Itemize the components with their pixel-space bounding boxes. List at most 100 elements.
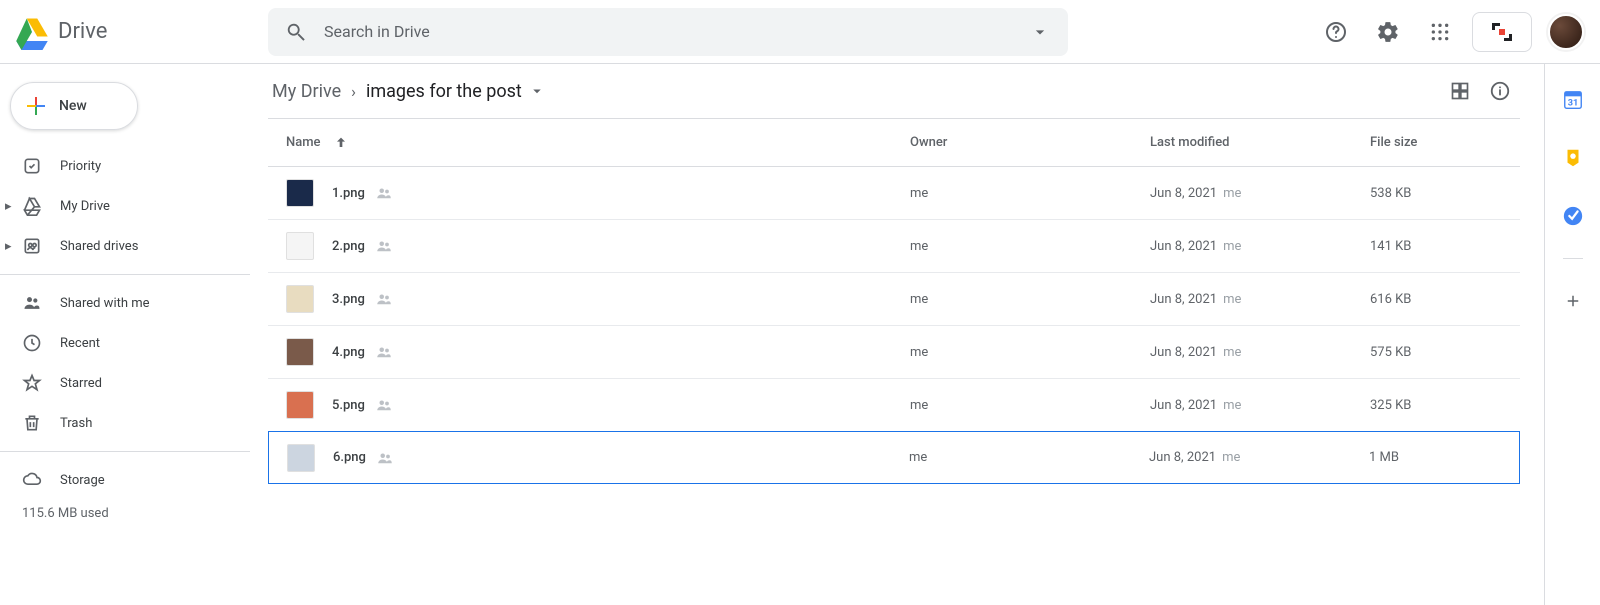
sidebar-item-label: My Drive [60,199,110,214]
file-name: 6.png [333,450,366,465]
breadcrumb-root[interactable]: My Drive [268,77,345,106]
column-size[interactable]: File size [1370,135,1520,150]
drive-logo-link[interactable]: Drive [0,12,250,52]
sidebar: New Priority ▸ My Drive ▸ Shared drives [0,64,250,605]
expand-caret-icon[interactable]: ▸ [5,239,12,254]
new-button-label: New [59,98,87,114]
header-icons [1316,12,1584,52]
table-row[interactable]: 6.png me Jun 8, 2021 me 1 MB [268,431,1520,484]
main-content: My Drive › images for the post Name Owne… [250,64,1544,605]
header: Drive [0,0,1600,64]
file-thumbnail [286,232,314,260]
file-size: 575 KB [1370,345,1520,360]
sidebar-item-label: Recent [60,336,100,351]
sidebar-item-my-drive[interactable]: ▸ My Drive [0,186,240,226]
starred-icon [22,373,42,393]
sidebar-item-label: Storage [60,473,105,488]
search-icon[interactable] [276,12,316,52]
breadcrumb-current[interactable]: images for the post [362,77,550,106]
plus-icon [27,97,45,115]
file-thumbnail [286,285,314,313]
support-icon[interactable] [1316,12,1356,52]
column-name-label: Name [286,135,321,150]
file-owner: me [910,292,1150,307]
table-header: Name Owner Last modified File size [268,119,1520,167]
tasks-app-icon[interactable] [1553,196,1593,236]
settings-icon[interactable] [1368,12,1408,52]
file-modified-date: Jun 8, 2021 [1150,398,1217,413]
file-modified-by: me [1223,345,1241,360]
divider [0,451,250,452]
sidebar-item-starred[interactable]: Starred [0,363,240,403]
file-modified-by: me [1223,186,1241,201]
file-modified-date: Jun 8, 2021 [1150,186,1217,201]
table-row[interactable]: 2.png me Jun 8, 2021 me 141 KB [268,220,1520,273]
google-apps-icon[interactable] [1420,12,1460,52]
file-modified-date: Jun 8, 2021 [1150,292,1217,307]
sidebar-item-priority[interactable]: Priority [0,146,240,186]
priority-icon [22,156,42,176]
sidebar-item-trash[interactable]: Trash [0,403,240,443]
sidebar-item-recent[interactable]: Recent [0,323,240,363]
file-thumbnail [286,338,314,366]
file-owner: me [910,345,1150,360]
file-size: 616 KB [1370,292,1520,307]
file-modified-by: me [1223,292,1241,307]
table-row[interactable]: 5.png me Jun 8, 2021 me 325 KB [268,379,1520,432]
file-name: 3.png [332,292,365,307]
storage-icon [22,470,42,490]
file-owner: me [909,450,1149,465]
column-name[interactable]: Name [286,135,910,151]
file-modified-by: me [1223,239,1241,254]
table-row[interactable]: 4.png me Jun 8, 2021 me 575 KB [268,326,1520,379]
view-details-icon[interactable] [1480,71,1520,111]
dropdown-caret-icon [528,82,546,100]
search-options-dropdown-icon[interactable] [1020,12,1060,52]
my-drive-icon [22,196,42,216]
shared-icon [375,396,393,414]
shared-icon [375,237,393,255]
file-thumbnail [286,179,314,207]
screen-record-icon[interactable] [1472,12,1532,52]
file-size: 1 MB [1369,450,1519,465]
sidebar-item-shared-with-me[interactable]: Shared with me [0,283,240,323]
column-modified[interactable]: Last modified [1150,135,1370,150]
side-panel: 31 [1544,64,1600,605]
app-name: Drive [58,19,107,44]
grid-view-icon[interactable] [1440,71,1480,111]
new-button[interactable]: New [10,82,138,130]
search-bar [268,8,1068,56]
file-modified-by: me [1223,398,1241,413]
storage-used: 115.6 MB used [0,506,250,521]
file-owner: me [910,398,1150,413]
file-name: 1.png [332,186,365,201]
shared-drives-icon [22,236,42,256]
search-input[interactable] [316,22,1020,41]
sort-ascending-icon [333,135,349,151]
recent-icon [22,333,42,353]
column-owner[interactable]: Owner [910,135,1150,150]
file-size: 325 KB [1370,398,1520,413]
file-thumbnail [286,391,314,419]
get-addons-icon[interactable] [1553,281,1593,321]
sidebar-item-storage[interactable]: Storage [0,460,240,500]
breadcrumb-current-label: images for the post [366,81,522,102]
expand-caret-icon[interactable]: ▸ [5,199,12,214]
file-list: 1.png me Jun 8, 2021 me 538 KB 2.png me … [268,167,1520,484]
calendar-app-icon[interactable]: 31 [1553,80,1593,120]
account-avatar[interactable] [1548,14,1584,50]
file-name: 4.png [332,345,365,360]
file-owner: me [910,186,1150,201]
keep-app-icon[interactable] [1553,138,1593,178]
table-row[interactable]: 1.png me Jun 8, 2021 me 538 KB [268,167,1520,220]
sidebar-item-label: Priority [60,159,101,174]
sidebar-item-label: Shared with me [60,296,150,311]
file-owner: me [910,239,1150,254]
sidebar-item-shared-drives[interactable]: ▸ Shared drives [0,226,240,266]
table-row[interactable]: 3.png me Jun 8, 2021 me 616 KB [268,273,1520,326]
divider [1563,258,1583,259]
shared-icon [375,343,393,361]
trash-icon [22,413,42,433]
file-size: 141 KB [1370,239,1520,254]
file-modified-by: me [1222,450,1240,465]
